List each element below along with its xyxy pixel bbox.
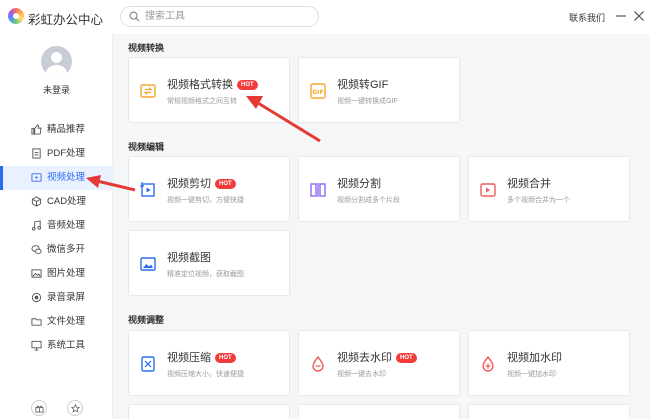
- card-title: 视频转GIF: [337, 79, 389, 91]
- card-description: 常规视频格式之间互转: [167, 98, 237, 105]
- avatar[interactable]: [41, 46, 72, 77]
- section-title: 视频调整: [128, 315, 165, 325]
- rainbow-logo-icon: [8, 8, 24, 24]
- card-description: 视频一键加水印: [507, 371, 556, 378]
- section-title: 视频转换: [128, 43, 165, 53]
- sidebar-item-image[interactable]: 图片处理: [0, 262, 113, 286]
- hot-badge: HOT: [396, 353, 417, 363]
- sidebar-item-label: PDF处理: [47, 148, 86, 159]
- card-description: 视频一键转换成GIF: [337, 98, 398, 105]
- app-title: 彩虹办公中心: [28, 13, 104, 27]
- avatar-body: [46, 65, 67, 77]
- sidebar-item-record[interactable]: 录音录屏: [0, 286, 113, 310]
- sidebar-item-cad[interactable]: CAD处理: [0, 190, 113, 214]
- sidebar-item-label: 图片处理: [47, 268, 86, 279]
- add-watermark-icon: [482, 355, 494, 372]
- close-button[interactable]: [632, 9, 646, 23]
- star-icon: [70, 403, 80, 413]
- sidebar-item-file[interactable]: 文件处理: [0, 310, 113, 334]
- remove-watermark-icon: [312, 355, 324, 372]
- system-icon: [31, 340, 42, 351]
- hot-badge: HOT: [215, 353, 236, 363]
- sidebar-item-label: 精品推荐: [47, 124, 86, 135]
- avatar-head: [51, 52, 62, 63]
- minimize-button[interactable]: [614, 9, 628, 23]
- close-icon: [634, 11, 644, 21]
- card-video-add-watermark[interactable]: 视频加水印 视频一键加水印: [468, 330, 630, 396]
- card-video-split[interactable]: 视频分割 视频分割成多个片段: [298, 156, 460, 222]
- search-input[interactable]: [145, 9, 310, 24]
- login-status[interactable]: 未登录: [0, 83, 113, 96]
- svg-text:GIF: GIF: [312, 89, 323, 96]
- video-icon: [31, 173, 42, 182]
- sidebar-item-label: CAD处理: [47, 196, 87, 207]
- card-description: 视频一键剪切，方便快捷: [167, 197, 244, 204]
- card-partial[interactable]: [298, 404, 460, 419]
- card-video-screenshot[interactable]: 视频截图 精准定位视频，获取截图: [128, 230, 290, 296]
- card-description: 多个视频合并为一个: [507, 197, 570, 204]
- video-cut-icon: [140, 182, 155, 197]
- sidebar-item-audio[interactable]: 音频处理: [0, 214, 113, 238]
- sidebar-item-wechat[interactable]: 微信多开: [0, 238, 113, 262]
- title-bar: 彩虹办公中心 联系我们: [0, 0, 650, 34]
- section-title: 视频编辑: [128, 142, 165, 152]
- card-video-cut[interactable]: 视频剪切 HOT 视频一键剪切，方便快捷: [128, 156, 290, 222]
- minimize-icon: [616, 15, 626, 17]
- sidebar-item-label: 微信多开: [47, 244, 86, 255]
- gift-icon: [34, 405, 44, 413]
- card-title: 视频截图: [167, 252, 211, 264]
- hot-badge: HOT: [215, 179, 236, 189]
- card-video-compress[interactable]: 视频压缩 HOT 视频压缩大小，快速便捷: [128, 330, 290, 396]
- card-video-format-convert[interactable]: 视频格式转换 HOT 常规视频格式之间互转: [128, 57, 290, 123]
- sidebar-item-system[interactable]: 系统工具: [0, 334, 113, 358]
- sidebar-item-video[interactable]: 视频处理: [0, 166, 113, 190]
- video-compress-icon: [141, 356, 155, 372]
- card-title: 视频格式转换 HOT: [167, 76, 258, 92]
- card-video-remove-watermark[interactable]: 视频去水印 HOT 视频一键去水印: [298, 330, 460, 396]
- feedback-button[interactable]: [31, 400, 47, 416]
- card-video-merge[interactable]: 视频合并 多个视频合并为一个: [468, 156, 630, 222]
- card-title: 视频加水印: [507, 352, 562, 364]
- sidebar: 未登录 精品推荐 PDF处理 视频处理 CAD处理 音频处理 微信多开 图片处理: [0, 34, 113, 419]
- sidebar-nav: 精品推荐 PDF处理 视频处理 CAD处理 音频处理 微信多开 图片处理 录音录…: [0, 118, 113, 358]
- cad-icon: [31, 196, 42, 207]
- card-description: 精准定位视频，获取截图: [167, 271, 244, 278]
- video-screenshot-icon: [140, 257, 156, 271]
- record-icon: [31, 292, 42, 303]
- sidebar-item-label: 录音录屏: [47, 292, 86, 303]
- search-box[interactable]: [120, 6, 319, 27]
- card-title: 视频分割: [337, 178, 381, 190]
- sidebar-item-pdf[interactable]: PDF处理: [0, 142, 113, 166]
- pdf-icon: [32, 148, 41, 159]
- card-description: 视频压缩大小，快速便捷: [167, 371, 244, 378]
- chat-icon: [31, 245, 42, 254]
- sidebar-item-label: 系统工具: [47, 340, 86, 351]
- card-partial[interactable]: [468, 404, 630, 419]
- card-description: 视频一键去水印: [337, 371, 386, 378]
- sidebar-item-label: 文件处理: [47, 316, 86, 327]
- music-icon: [31, 220, 42, 231]
- gif-icon: GIF: [310, 83, 326, 99]
- folder-icon: [31, 318, 42, 326]
- favorite-button[interactable]: [67, 400, 83, 416]
- sidebar-item-recommend[interactable]: 精品推荐: [0, 118, 113, 142]
- video-merge-icon: [480, 183, 496, 197]
- main-content: 视频转换 视频格式转换 HOT 常规视频格式之间互转 GIF 视频转GIF 视频一…: [113, 34, 650, 419]
- image-icon: [31, 269, 42, 278]
- contact-us-link[interactable]: 联系我们: [569, 11, 605, 24]
- hot-badge: HOT: [237, 80, 258, 90]
- card-description: 视频分割成多个片段: [337, 197, 400, 204]
- card-video-to-gif[interactable]: GIF 视频转GIF 视频一键转换成GIF: [298, 57, 460, 123]
- format-convert-icon: [140, 84, 156, 98]
- thumbs-up-icon: [31, 124, 42, 135]
- search-icon: [129, 11, 140, 22]
- card-title: 视频剪切 HOT: [167, 175, 236, 191]
- card-title: 视频压缩 HOT: [167, 349, 236, 365]
- card-partial[interactable]: [128, 404, 290, 419]
- video-split-icon: [310, 183, 326, 197]
- sidebar-item-label: 音频处理: [47, 220, 86, 231]
- card-title: 视频合并: [507, 178, 551, 190]
- card-title: 视频去水印 HOT: [337, 349, 417, 365]
- sidebar-item-label: 视频处理: [47, 172, 86, 183]
